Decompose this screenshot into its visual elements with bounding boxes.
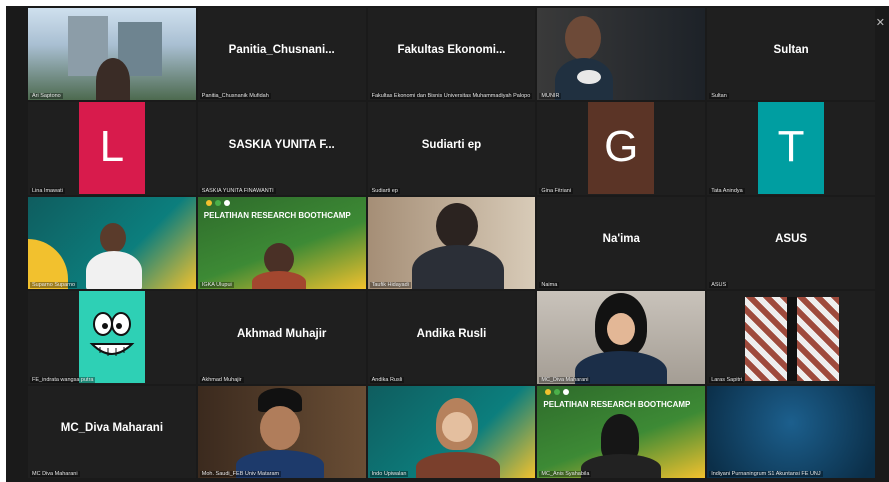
participant-name-label: Andika Rusli — [369, 376, 405, 383]
participant-tile[interactable]: Panitia_Chusnani... Panitia_Chusnanik Mu… — [197, 8, 366, 101]
participant-tile[interactable]: T Tata Anindya — [707, 102, 875, 195]
participant-name-label: Gina Fitriani — [539, 187, 574, 194]
camera-feed — [28, 8, 196, 101]
participant-tile[interactable]: Akhmad Muhajir Akhmad Muhajir — [197, 291, 366, 384]
participant-tile[interactable]: Ari Saptono — [28, 8, 196, 101]
participant-name-label: Lina Imawati — [30, 187, 65, 194]
participant-tile[interactable]: Sultan Sultan — [707, 8, 875, 101]
dots-decoration — [545, 388, 570, 395]
participant-name-label: Suparno Suparno — [30, 282, 78, 289]
participant-name-label: SASKIA YUNITA FINAWANTI — [199, 187, 276, 194]
participant-tile[interactable]: Andika Rusli Andika Rusli — [367, 291, 536, 384]
camera-feed — [707, 291, 875, 383]
participant-display-name: MC_Diva Maharani — [60, 422, 164, 435]
participant-name-label: Indiyani Purnaningrum S1 Akuntansi FE UN… — [709, 471, 823, 477]
participant-tile[interactable]: G Gina Fitriani — [537, 102, 706, 195]
participant-tile[interactable]: Indiyani Purnaningrum S1 Akuntansi FE UN… — [707, 385, 875, 478]
participant-display-name: Andika Rusli — [416, 327, 487, 340]
participant-name-label: MC_Anis Syahabila — [539, 471, 592, 477]
participant-display-name: Sultan — [773, 44, 809, 57]
camera-feed — [368, 386, 536, 478]
participant-tile[interactable]: FE_indrata wangsa putra — [28, 291, 196, 384]
participant-display-name: Na'ima — [602, 233, 640, 246]
participant-display-name: Sudiarti ep — [421, 138, 482, 151]
zoom-window: – ❐ ✕ Ari Saptono Panitia_Chusnani... Pa… — [6, 6, 889, 482]
participant-tile[interactable]: Indo Upiwalan — [367, 385, 536, 478]
participant-name-label: Naima — [539, 282, 560, 289]
camera-feed — [707, 385, 875, 478]
participant-display-name: Akhmad Muhajir — [236, 327, 327, 340]
participant-display-name: Panitia_Chusnani... — [228, 44, 335, 57]
participant-tile[interactable]: Laras Sapitri — [707, 291, 875, 384]
participant-name-label: Sultan — [709, 93, 729, 100]
participant-avatar — [78, 291, 145, 383]
participant-name-label: Taufik Hidayadi — [369, 282, 411, 289]
camera-feed — [537, 8, 706, 101]
participant-name-label: Moh. Saudi_FEB Univ Mataram — [199, 471, 282, 477]
participant-tile[interactable]: MC_Diva Maharani MC Diva Maharani — [28, 385, 196, 478]
participant-name-label: Akhmad Muhajir — [199, 376, 244, 383]
event-banner: PELATIHAN RESEARCH BOOTHCAMP — [203, 210, 351, 220]
participant-tile[interactable]: ASUS ASUS — [707, 196, 875, 290]
participant-name-label: Tata Anindya — [709, 187, 745, 194]
participant-tile[interactable]: MC_Diva Maharani — [537, 291, 706, 384]
camera-feed — [368, 197, 536, 290]
participant-display-name: Fakultas Ekonomi... — [397, 44, 506, 57]
participant-tile[interactable]: L Lina Imawati — [28, 102, 196, 195]
participant-name-label: Panitia_Chusnanik Mufidah — [199, 93, 271, 100]
participant-tile[interactable]: PELATIHAN RESEARCH BOOTHCAMP MC_Anis Sya… — [537, 385, 706, 478]
camera-feed — [28, 197, 196, 290]
participant-display-name: ASUS — [775, 233, 808, 246]
participant-tile[interactable]: Na'ima Naima — [537, 196, 706, 290]
participant-tile[interactable]: PELATIHAN RESEARCH BOOTHCAMP IGKA Ulupui — [197, 196, 366, 290]
camera-feed: PELATIHAN RESEARCH BOOTHCAMP — [537, 386, 705, 478]
participant-tile[interactable]: Sudiarti ep Sudiarti ep — [367, 102, 536, 195]
participant-tile[interactable]: Moh. Saudi_FEB Univ Mataram — [197, 385, 366, 478]
participant-avatar: L — [78, 102, 145, 194]
participant-avatar: T — [758, 102, 825, 194]
participant-name-label: MC Diva Maharani — [30, 471, 80, 477]
participant-name-label: Fakultas Ekonomi dan Bisnis Universitas … — [369, 93, 533, 100]
participant-tile[interactable]: MUNIR — [537, 8, 706, 101]
cartoon-face-icon — [89, 311, 135, 356]
participant-name-label: Laras Sapitri — [709, 376, 745, 383]
participant-name-label: FE_indrata wangsa putra — [30, 376, 96, 383]
participant-tile[interactable]: Taufik Hidayadi — [367, 196, 536, 290]
event-banner: PELATIHAN RESEARCH BOOTHCAMP — [543, 399, 691, 409]
participant-name-label: MUNIR — [539, 93, 562, 100]
participant-name-label: IGKA Ulupui — [199, 282, 234, 289]
participant-name-label: Ari Saptono — [30, 93, 63, 100]
camera-feed — [537, 291, 705, 384]
participant-name-label: MC_Diva Maharani — [539, 376, 591, 383]
participant-tile[interactable]: Fakultas Ekonomi... Fakultas Ekonomi dan… — [367, 8, 536, 101]
participant-name-label: ASUS — [709, 282, 729, 289]
participant-name-label: Indo Upiwalan — [369, 471, 409, 477]
camera-feed — [198, 386, 366, 478]
gallery-grid: Ari Saptono Panitia_Chusnani... Panitia_… — [28, 8, 875, 478]
close-icon[interactable]: ✕ — [876, 16, 885, 29]
camera-feed: PELATIHAN RESEARCH BOOTHCAMP — [198, 197, 366, 290]
dots-decoration — [205, 199, 230, 206]
participant-avatar: G — [588, 102, 655, 194]
participant-display-name: SASKIA YUNITA F... — [228, 138, 335, 151]
participant-name-label: Sudiarti ep — [369, 187, 400, 194]
participant-tile[interactable]: Suparno Suparno — [28, 196, 196, 290]
participant-tile[interactable]: SASKIA YUNITA F... SASKIA YUNITA FINAWAN… — [197, 102, 366, 195]
